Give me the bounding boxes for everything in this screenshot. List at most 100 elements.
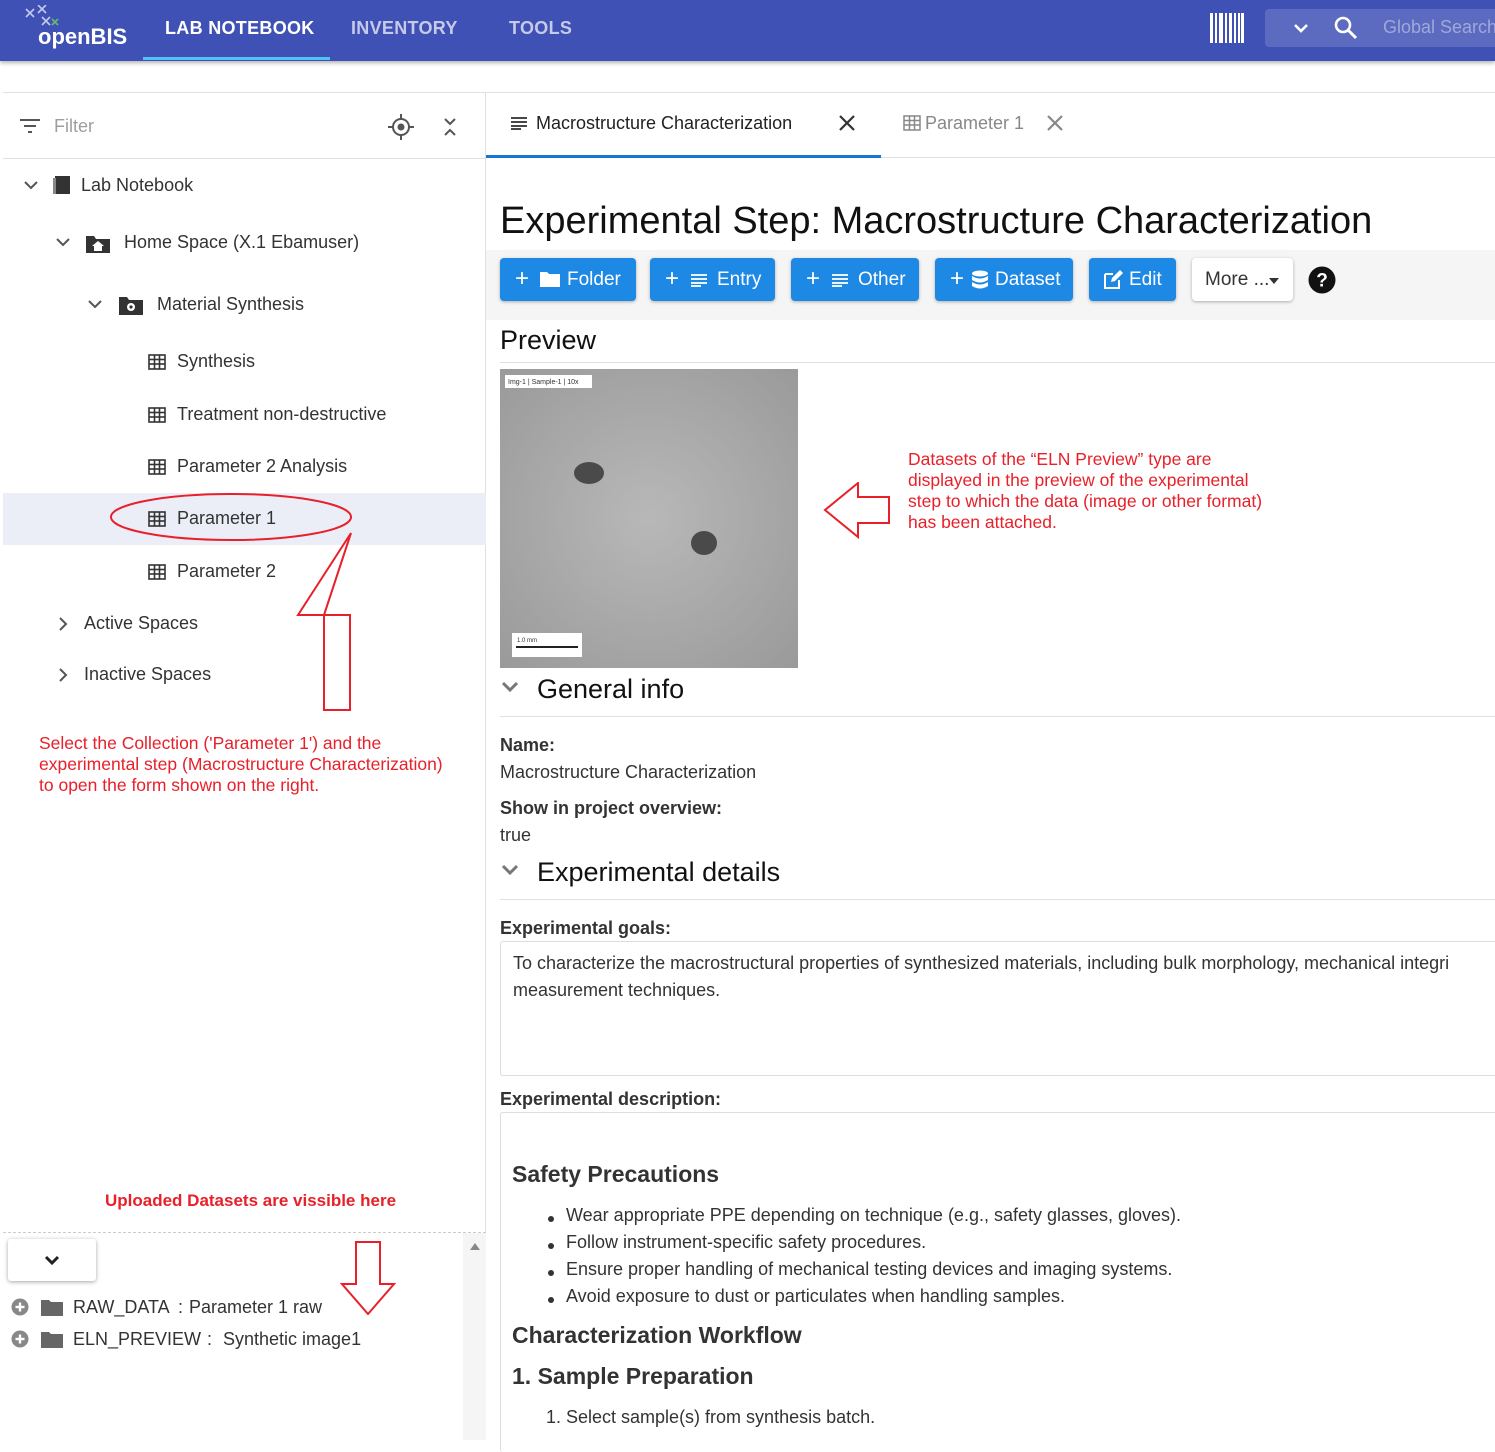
goals-label: Experimental goals: xyxy=(500,918,672,938)
button-label: Entry xyxy=(717,269,762,290)
chevron-down-icon xyxy=(44,1255,60,1266)
app-logo-text: openBIS xyxy=(38,24,128,49)
bullet xyxy=(548,1297,554,1303)
goals-textbox[interactable]: To characterize the macrostructural prop… xyxy=(500,941,1495,1076)
plus-icon: + xyxy=(806,265,821,292)
help-icon[interactable]: ? xyxy=(1308,266,1336,294)
add-circle-icon[interactable] xyxy=(11,1330,29,1348)
dataset-name: Parameter 1 raw xyxy=(189,1297,323,1317)
show-overview-value: true xyxy=(500,825,532,845)
annotation-ellipse-arrow xyxy=(110,493,352,711)
edit-button[interactable]: Edit xyxy=(1089,258,1176,301)
filter-input[interactable]: Filter xyxy=(54,116,94,137)
datasets-scrollbar[interactable] xyxy=(463,1233,486,1440)
tree-item-treatment[interactable]: Treatment non-destructive xyxy=(148,400,448,430)
datasets-panel: RAW_DATA : Parameter 1 raw ELN_PREVIEW :… xyxy=(3,1232,486,1440)
bullet xyxy=(548,1270,554,1276)
general-info-title[interactable]: General info xyxy=(537,674,684,705)
dataset-name: Synthetic image1 xyxy=(223,1329,362,1349)
global-search[interactable]: Global Search xyxy=(1265,9,1495,47)
plus-icon: + xyxy=(950,265,965,292)
datasets-toggle-button[interactable] xyxy=(8,1239,96,1281)
scroll-up-icon[interactable] xyxy=(469,1241,481,1251)
safety-heading: Safety Precautions xyxy=(512,1161,720,1187)
locate-icon[interactable] xyxy=(388,114,414,140)
tree-item-parameter-2-analysis[interactable]: Parameter 2 Analysis xyxy=(148,452,408,482)
chevron-right-icon[interactable] xyxy=(57,616,69,632)
more-dropdown[interactable]: More ... xyxy=(1192,258,1293,301)
search-input[interactable]: Global Search xyxy=(1383,17,1495,38)
annotation-line: has been attached. xyxy=(908,512,1057,532)
app-bar: openBIS LAB NOTEBOOK INVENTORY TOOLS Glo… xyxy=(0,0,1495,61)
annotation-line: step to which the data (image or other f… xyxy=(908,491,1263,511)
tree-item-home-space[interactable]: Home Space (X.1 Ebamuser) xyxy=(55,228,415,258)
workflow-heading: Characterization Workflow xyxy=(512,1322,802,1348)
tree-label: Home Space (X.1 Ebamuser) xyxy=(124,232,360,252)
preview-title: Preview xyxy=(500,325,597,355)
dataset-separator: : xyxy=(207,1329,213,1349)
button-label: Dataset xyxy=(995,269,1061,290)
caret-down-icon xyxy=(1269,278,1279,284)
tab-macrostructure[interactable]: Macrostructure Characterization xyxy=(511,93,871,157)
close-icon[interactable] xyxy=(1046,114,1064,132)
safety-item: Ensure proper handling of mechanical tes… xyxy=(566,1259,1173,1279)
name-label: Name: xyxy=(500,735,556,755)
annotation-line: experimental step (Macrostructure Charac… xyxy=(39,754,443,774)
folder-icon xyxy=(540,272,560,287)
goals-text-line: measurement techniques. xyxy=(513,980,721,1000)
add-circle-icon[interactable] xyxy=(11,1298,29,1316)
nav-tab-lab-notebook[interactable]: LAB NOTEBOOK xyxy=(165,0,315,61)
notebook-icon xyxy=(53,176,70,194)
tab-active-indicator xyxy=(486,155,881,158)
chevron-down-icon[interactable] xyxy=(1293,21,1309,35)
search-icon[interactable] xyxy=(1333,15,1359,41)
tab-parameter-1[interactable]: Parameter 1 xyxy=(903,93,1073,157)
chevron-down-icon[interactable] xyxy=(23,180,39,192)
tree-label: Synthesis xyxy=(177,351,256,371)
entry-icon xyxy=(832,274,848,287)
tree-label: Treatment non-destructive xyxy=(177,404,387,424)
tree-item-material-synthesis[interactable]: Material Synthesis xyxy=(87,290,367,320)
collapse-all-icon[interactable] xyxy=(443,117,457,137)
divider xyxy=(500,362,1495,363)
tab-label: Macrostructure Characterization xyxy=(536,113,793,133)
add-other-button[interactable]: + Other xyxy=(791,258,919,301)
chevron-down-icon[interactable] xyxy=(87,299,103,311)
svg-text:?: ? xyxy=(1316,271,1328,292)
filter-bar: Filter xyxy=(3,93,486,159)
safety-item: Avoid exposure to dust or particulates w… xyxy=(566,1286,1065,1306)
divider xyxy=(500,716,1495,717)
annotation-line: to open the form shown on the right. xyxy=(39,775,320,795)
entry-icon xyxy=(691,274,707,287)
project-folder-icon xyxy=(119,297,143,315)
tree-item-synthesis[interactable]: Synthesis xyxy=(148,347,348,377)
nav-tab-tools[interactable]: TOOLS xyxy=(509,0,572,61)
chevron-down-icon[interactable] xyxy=(501,681,519,695)
chevron-right-icon[interactable] xyxy=(57,667,69,683)
safety-item: Follow instrument-specific safety proced… xyxy=(566,1232,927,1252)
table-icon xyxy=(148,407,166,423)
divider xyxy=(500,899,1495,900)
tree-item-lab-notebook[interactable]: Lab Notebook xyxy=(23,171,273,201)
barcode-icon[interactable] xyxy=(1210,13,1244,43)
close-icon[interactable] xyxy=(838,114,856,132)
database-icon xyxy=(972,270,988,289)
nav-active-indicator xyxy=(143,57,330,60)
add-folder-button[interactable]: + Folder xyxy=(500,258,636,301)
button-label: Folder xyxy=(567,269,621,290)
dataset-separator: : xyxy=(178,1297,184,1317)
chevron-down-icon[interactable] xyxy=(501,864,519,878)
annotation-left-arrow xyxy=(823,482,890,540)
folder-icon xyxy=(41,1332,63,1348)
edit-icon xyxy=(1104,270,1123,289)
add-entry-button[interactable]: + Entry xyxy=(650,258,775,301)
preview-image[interactable]: Img-1 | Sample-1 | 10x 1.0 mm xyxy=(500,369,798,668)
step1-item: 1. Select sample(s) from synthesis batch… xyxy=(546,1407,876,1427)
add-dataset-button[interactable]: + Dataset xyxy=(935,258,1073,301)
tree-label: Material Synthesis xyxy=(157,294,305,314)
experimental-details-title[interactable]: Experimental details xyxy=(537,857,780,888)
bullet xyxy=(548,1216,554,1222)
safety-item: Wear appropriate PPE depending on techni… xyxy=(566,1205,1182,1225)
nav-tab-inventory[interactable]: INVENTORY xyxy=(351,0,458,61)
chevron-down-icon[interactable] xyxy=(55,237,71,249)
